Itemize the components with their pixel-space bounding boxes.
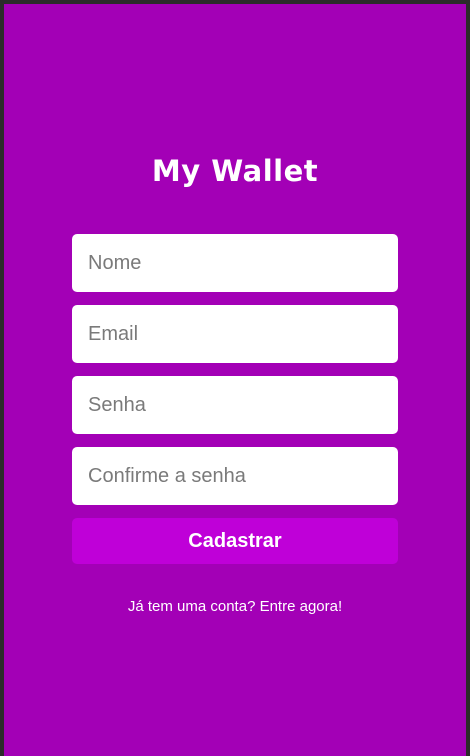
signup-form: Cadastrar bbox=[72, 234, 398, 564]
email-input[interactable] bbox=[72, 305, 398, 363]
confirm-password-input[interactable] bbox=[72, 447, 398, 505]
app-title: My Wallet bbox=[151, 154, 319, 188]
signup-button[interactable]: Cadastrar bbox=[72, 518, 398, 564]
password-input[interactable] bbox=[72, 376, 398, 434]
login-link[interactable]: Já tem uma conta? Entre agora! bbox=[4, 598, 466, 615]
signup-screen: My Wallet Cadastrar Já tem uma conta? En… bbox=[4, 4, 466, 756]
name-input[interactable] bbox=[72, 234, 398, 292]
